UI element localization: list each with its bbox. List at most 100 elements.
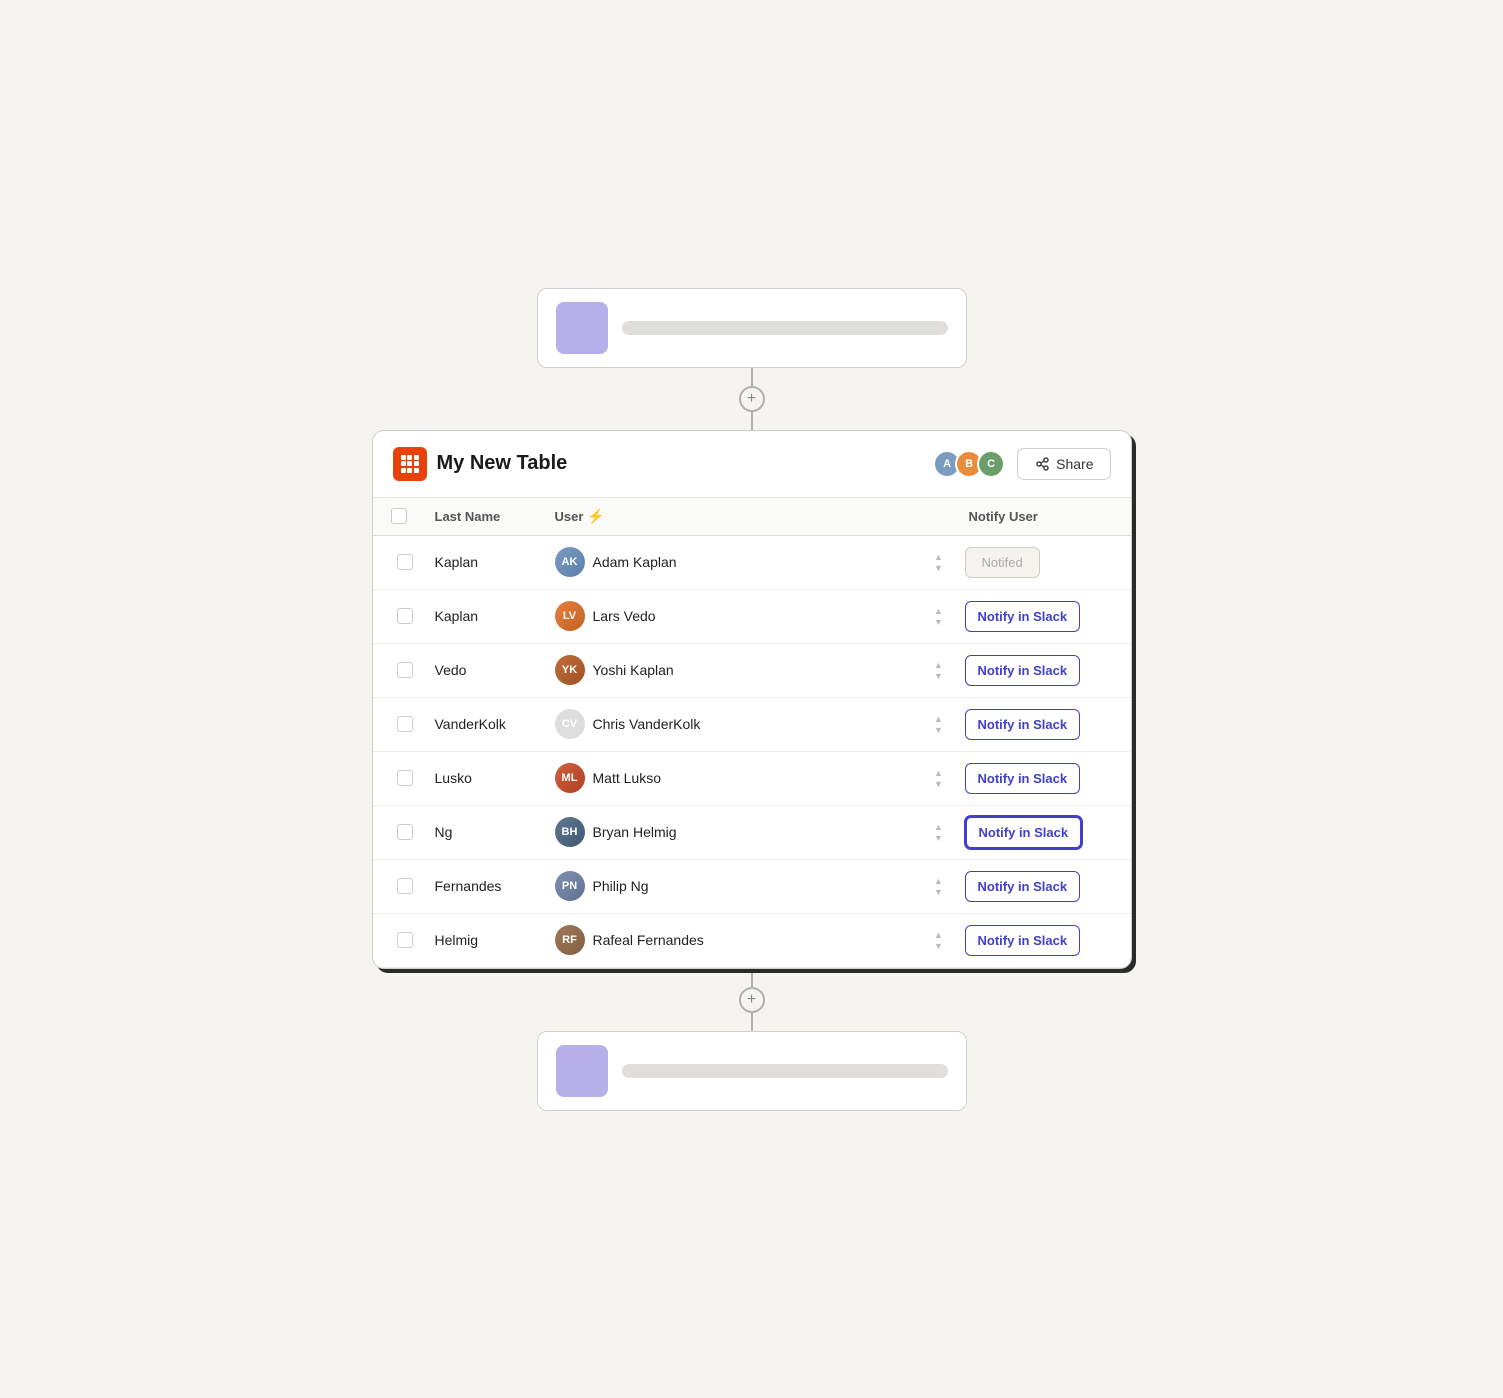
- row-user: CV Chris VanderKolk: [547, 701, 917, 747]
- row-checkbox[interactable]: [397, 932, 413, 948]
- sort-arrows[interactable]: ▲ ▼: [917, 544, 961, 581]
- sort-arrows[interactable]: ▲ ▼: [917, 706, 961, 743]
- share-icon: [1034, 456, 1050, 472]
- table-title: My New Table: [437, 452, 568, 475]
- row-checkbox-area: [383, 816, 427, 848]
- column-headers: Last Name User ⚡ Notify User: [373, 498, 1131, 536]
- notified-button: Notifed: [965, 547, 1040, 578]
- row-user: BH Bryan Helmig: [547, 809, 917, 855]
- user-name: Adam Kaplan: [593, 554, 677, 570]
- notify-cell: Notify in Slack: [961, 701, 1121, 748]
- notify-slack-button[interactable]: Notify in Slack: [965, 655, 1081, 686]
- user-avatar: CV: [555, 709, 585, 739]
- row-last-name: Ng: [427, 816, 547, 848]
- row-user: RF Rafeal Fernandes: [547, 917, 917, 963]
- row-checkbox-area: [383, 762, 427, 794]
- table-row: Vedo YK Yoshi Kaplan ▲ ▼ Notify in Slack: [373, 644, 1131, 698]
- row-user: YK Yoshi Kaplan: [547, 647, 917, 693]
- avatars-group: A B C: [933, 450, 1005, 478]
- notify-cell: Notifed: [961, 539, 1121, 586]
- top-plus-button[interactable]: +: [739, 386, 765, 412]
- row-user: AK Adam Kaplan: [547, 539, 917, 585]
- bottom-line-top: [751, 969, 753, 987]
- bottom-connector: +: [739, 969, 765, 1031]
- col-header-notify: Notify User: [961, 498, 1121, 535]
- table-row: Ng BH Bryan Helmig ▲ ▼ Notify in Slack: [373, 806, 1131, 860]
- user-avatar: YK: [555, 655, 585, 685]
- row-checkbox[interactable]: [397, 770, 413, 786]
- row-last-name: Kaplan: [427, 546, 547, 578]
- row-checkbox[interactable]: [397, 824, 413, 840]
- top-line-top: [751, 368, 753, 386]
- notify-slack-button[interactable]: Notify in Slack: [965, 925, 1081, 956]
- row-last-name: VanderKolk: [427, 708, 547, 740]
- row-checkbox[interactable]: [397, 662, 413, 678]
- notify-cell: Notify in Slack: [961, 808, 1121, 857]
- notify-cell: Notify in Slack: [961, 917, 1121, 964]
- bottom-placeholder-card: [537, 1031, 967, 1111]
- col-header-sort: [917, 498, 961, 535]
- share-button[interactable]: Share: [1017, 448, 1110, 480]
- notify-slack-button[interactable]: Notify in Slack: [965, 871, 1081, 902]
- avatar-3: C: [977, 450, 1005, 478]
- bottom-line-bottom: [751, 1013, 753, 1031]
- sort-arrows[interactable]: ▲ ▼: [917, 868, 961, 905]
- notify-slack-button-active[interactable]: Notify in Slack: [965, 816, 1083, 849]
- user-name: Bryan Helmig: [593, 824, 677, 840]
- user-name: Chris VanderKolk: [593, 716, 701, 732]
- row-checkbox[interactable]: [397, 716, 413, 732]
- top-connector: +: [739, 368, 765, 430]
- notify-cell: Notify in Slack: [961, 863, 1121, 910]
- notify-slack-button[interactable]: Notify in Slack: [965, 763, 1081, 794]
- row-checkbox-area: [383, 546, 427, 578]
- top-placeholder-bar: [622, 321, 948, 335]
- user-name: Matt Lukso: [593, 770, 661, 786]
- table-rows: Kaplan AK Adam Kaplan ▲ ▼ Notifed Kaplan…: [373, 536, 1131, 968]
- row-last-name: Helmig: [427, 924, 547, 956]
- row-last-name: Fernandes: [427, 870, 547, 902]
- row-checkbox-area: [383, 600, 427, 632]
- table-icon: [393, 447, 427, 481]
- row-last-name: Vedo: [427, 654, 547, 686]
- table-row: VanderKolk CV Chris VanderKolk ▲ ▼ Notif…: [373, 698, 1131, 752]
- row-last-name: Kaplan: [427, 600, 547, 632]
- header-checkbox[interactable]: [391, 508, 407, 524]
- row-user: ML Matt Lukso: [547, 755, 917, 801]
- user-avatar: RF: [555, 925, 585, 955]
- notify-slack-button[interactable]: Notify in Slack: [965, 709, 1081, 740]
- notify-slack-button[interactable]: Notify in Slack: [965, 601, 1081, 632]
- sort-arrows[interactable]: ▲ ▼: [917, 922, 961, 959]
- top-placeholder-card: [537, 288, 967, 368]
- user-name: Yoshi Kaplan: [593, 662, 674, 678]
- row-user: PN Philip Ng: [547, 863, 917, 909]
- user-avatar: BH: [555, 817, 585, 847]
- bottom-placeholder-icon: [556, 1045, 608, 1097]
- table-row: Kaplan LV Lars Vedo ▲ ▼ Notify in Slack: [373, 590, 1131, 644]
- row-checkbox-area: [383, 654, 427, 686]
- table-header: My New Table A B C: [373, 431, 1131, 498]
- user-avatar: LV: [555, 601, 585, 631]
- table-card: My New Table A B C: [372, 430, 1132, 969]
- notify-cell: Notify in Slack: [961, 755, 1121, 802]
- table-row: Kaplan AK Adam Kaplan ▲ ▼ Notifed: [373, 536, 1131, 590]
- col-header-user: User ⚡: [547, 498, 917, 535]
- sort-arrows[interactable]: ▲ ▼: [917, 652, 961, 689]
- table-row: Fernandes PN Philip Ng ▲ ▼ Notify in Sla…: [373, 860, 1131, 914]
- grid-icon: [401, 455, 419, 473]
- sort-arrows[interactable]: ▲ ▼: [917, 760, 961, 797]
- sort-arrows[interactable]: ▲ ▼: [917, 814, 961, 851]
- row-checkbox[interactable]: [397, 554, 413, 570]
- top-line-bottom: [751, 412, 753, 430]
- row-checkbox[interactable]: [397, 878, 413, 894]
- flow-container: + My New Table: [372, 288, 1132, 1111]
- bottom-plus-button[interactable]: +: [739, 987, 765, 1013]
- sort-arrows[interactable]: ▲ ▼: [917, 598, 961, 635]
- table-title-area: My New Table: [393, 447, 568, 481]
- user-name: Lars Vedo: [593, 608, 656, 624]
- bottom-placeholder-bar: [622, 1064, 948, 1078]
- row-checkbox[interactable]: [397, 608, 413, 624]
- lightning-icon: ⚡: [587, 508, 604, 525]
- table-row: Helmig RF Rafeal Fernandes ▲ ▼ Notify in…: [373, 914, 1131, 968]
- notify-cell: Notify in Slack: [961, 593, 1121, 640]
- row-checkbox-area: [383, 870, 427, 902]
